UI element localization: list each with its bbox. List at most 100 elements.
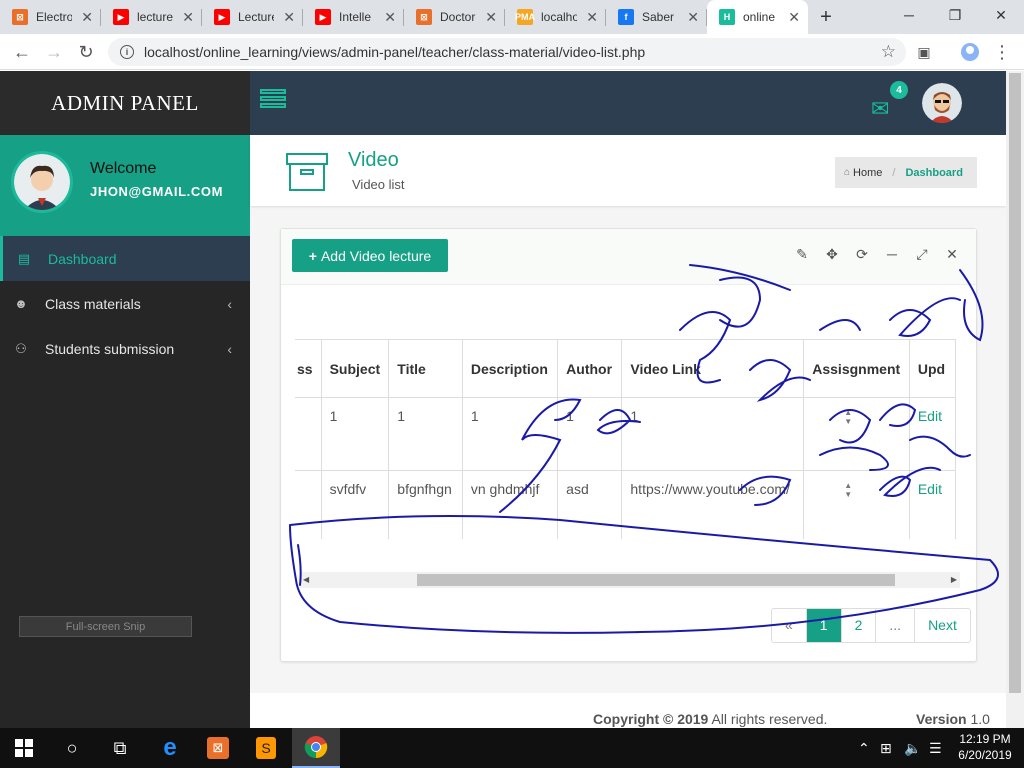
table-cell: svfdfv: [320, 470, 390, 539]
tab-favicon-icon: ▶: [315, 9, 331, 25]
system-clock[interactable]: 12:19 PM 6/20/2019: [955, 731, 1015, 763]
browser-tab[interactable]: ▶ Lecture ✕: [202, 0, 303, 34]
breadcrumb-current[interactable]: Dashboard: [905, 167, 962, 179]
back-button[interactable]: ←: [10, 40, 34, 64]
volume-icon[interactable]: 🔈: [904, 728, 921, 768]
edit-link[interactable]: Edit: [908, 470, 957, 539]
scrollbar-thumb[interactable]: [417, 574, 895, 586]
xampp-icon[interactable]: ⊠: [194, 728, 242, 768]
version: Version 1.0: [916, 711, 990, 727]
new-tab-button[interactable]: +: [812, 0, 840, 34]
reload-button[interactable]: ↻: [74, 40, 98, 64]
info-icon[interactable]: i: [120, 45, 134, 59]
fullscreen-icon[interactable]: ⤢: [913, 245, 931, 263]
page-title: Video: [348, 149, 399, 171]
forward-button[interactable]: →: [42, 40, 66, 64]
tab-close-icon[interactable]: ✕: [687, 9, 699, 26]
footer: Copyright © 2019 All rights reserved. Ve…: [250, 693, 1006, 728]
table-cell: 1: [388, 397, 463, 471]
refresh-icon[interactable]: ⟳: [853, 245, 871, 263]
tab-favicon-icon: ▶: [113, 9, 129, 25]
column-header: ss: [295, 339, 322, 398]
table-cell: asd: [557, 470, 623, 539]
page-prev[interactable]: «: [772, 609, 807, 642]
tab-close-icon[interactable]: ✕: [182, 9, 194, 26]
table-cell: https://www.youtube.com/: [621, 470, 805, 539]
edit-link[interactable]: Edit: [908, 397, 957, 471]
copyright-rest: All rights reserved.: [708, 711, 828, 727]
restore-button[interactable]: ❐: [932, 0, 978, 30]
browser-tab[interactable]: PMA localho ✕: [505, 0, 606, 34]
page-2[interactable]: 2: [842, 609, 877, 642]
tab-favicon-icon: H: [719, 9, 735, 25]
tab-label: localho: [541, 10, 577, 24]
tab-close-icon[interactable]: ✕: [81, 9, 93, 26]
tray-chevron-icon[interactable]: ⌃: [858, 728, 870, 768]
clipboard-icon: ▤: [17, 250, 31, 266]
tab-favicon-icon: f: [618, 9, 634, 25]
url-input[interactable]: [144, 44, 844, 60]
file-stepper[interactable]: ▲ ▼: [844, 481, 860, 499]
windows-start-icon[interactable]: [0, 728, 48, 768]
menu-toggle-icon[interactable]: [260, 89, 286, 111]
extension-icon[interactable]: ▣: [912, 40, 936, 64]
minimize-panel-icon[interactable]: ─: [883, 245, 901, 263]
browser-tab[interactable]: ⊠ Doctor ✕: [404, 0, 505, 34]
minimize-button[interactable]: ─: [886, 0, 932, 30]
tab-close-icon[interactable]: ✕: [384, 9, 396, 26]
network-icon[interactable]: ⊞: [880, 728, 892, 768]
browser-tab[interactable]: f Saber ✕: [606, 0, 707, 34]
tab-close-icon[interactable]: ✕: [283, 9, 295, 26]
app-logo[interactable]: ADMIN PANEL: [51, 91, 199, 116]
snip-overlay-label[interactable]: Full-screen Snip: [19, 616, 192, 637]
page-scrollbar[interactable]: [1006, 71, 1024, 728]
tab-label: Electro: [36, 10, 72, 24]
table-cell: bfgnfhgn: [388, 470, 463, 539]
tab-close-icon[interactable]: ✕: [788, 9, 800, 26]
browser-tab[interactable]: ▶ lecture ✕: [101, 0, 202, 34]
omnibox[interactable]: i ☆: [108, 38, 906, 66]
edge-icon[interactable]: e: [146, 728, 194, 768]
tab-label: lecture: [137, 10, 173, 24]
user-avatar[interactable]: [922, 83, 962, 123]
breadcrumb-home[interactable]: Home: [853, 167, 882, 179]
chrome-icon[interactable]: [292, 728, 340, 768]
browser-tab[interactable]: ▶ Intelle ✕: [303, 0, 404, 34]
tab-close-icon[interactable]: ✕: [485, 9, 497, 26]
scroll-right-icon[interactable]: ▶: [951, 575, 957, 584]
move-icon[interactable]: ✥: [823, 245, 841, 263]
windows-taskbar: ○ ⧉ e ⊠ S ⌃ ⊞ 🔈 ☰ 12:19 PM 6/20/2019: [0, 728, 1024, 768]
tab-label: Lecture: [238, 10, 274, 24]
sidebar-item-dashboard[interactable]: ▤ Dashboard: [0, 236, 250, 281]
column-header: Title: [388, 339, 463, 398]
close-window-button[interactable]: ✕: [978, 0, 1024, 30]
browser-tabstrip: ⊠ Electro ✕ ▶ lecture ✕ ▶ Lecture ✕ ▶ Intelle ✕ ⊠ Doc…: [0, 0, 1024, 34]
assignment-cell: ▲ ▼: [803, 397, 910, 471]
file-stepper[interactable]: ▲ ▼: [844, 408, 860, 426]
sidebar-item-class-materials[interactable]: ☻ Class materials ‹: [0, 281, 250, 326]
bookmark-star-icon[interactable]: ☆: [881, 42, 896, 62]
scroll-left-icon[interactable]: ◀: [303, 575, 309, 584]
page-scrollbar-thumb[interactable]: [1009, 73, 1021, 693]
sublime-icon[interactable]: S: [242, 728, 290, 768]
pencil-icon[interactable]: ✎: [793, 245, 811, 263]
notification-icon[interactable]: ☰: [929, 728, 942, 768]
task-view-icon[interactable]: ⧉: [96, 728, 144, 768]
sitemap-icon: ⚇: [15, 340, 27, 356]
tab-close-icon[interactable]: ✕: [586, 9, 598, 26]
search-icon[interactable]: ○: [48, 728, 96, 768]
horizontal-scrollbar[interactable]: ◀ ▶: [300, 572, 960, 588]
mail-icon[interactable]: ✉: [871, 96, 889, 122]
column-header: Author: [557, 339, 623, 398]
browser-tab[interactable]: Honline ✕: [707, 0, 808, 34]
close-panel-icon[interactable]: ✕: [943, 245, 961, 263]
browser-tab[interactable]: ⊠ Electro ✕: [0, 0, 101, 34]
add-video-button[interactable]: + Add Video lecture: [292, 239, 448, 272]
profile-icon[interactable]: [958, 40, 982, 64]
page-next[interactable]: Next: [915, 609, 970, 642]
profile-avatar: [11, 151, 73, 213]
column-header: Upd: [908, 339, 957, 398]
chrome-menu-icon[interactable]: ⋮: [990, 40, 1014, 64]
sidebar-item-students-submission[interactable]: ⚇ Students submission ‹: [0, 326, 250, 371]
page-1[interactable]: 1: [806, 609, 842, 642]
